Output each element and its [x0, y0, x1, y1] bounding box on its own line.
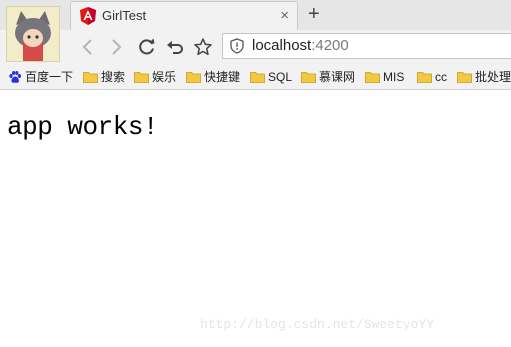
bookmark-label: 搜索 [101, 70, 126, 84]
new-tab-button[interactable]: + [308, 3, 320, 25]
watermark-text: http://blog.csdn.net/SweetyoYY [200, 317, 435, 332]
folder-icon [301, 71, 316, 83]
bookmark-folder-imooc[interactable]: 慕课网 [301, 68, 355, 85]
bookmark-label: 快捷键 [204, 70, 241, 84]
folder-icon [83, 71, 98, 83]
page-heading: app works! [7, 112, 159, 142]
baidu-paw-icon [9, 70, 21, 83]
bookmark-label: 批处理 [475, 70, 511, 84]
forward-arrow-icon[interactable] [106, 37, 126, 57]
bookmark-folder-shortcuts[interactable]: 快捷键 [186, 68, 240, 85]
address-bar[interactable]: localhost:4200 [222, 33, 511, 59]
bookmark-label: 娱乐 [152, 70, 177, 84]
bookmark-label: 百度一下 [25, 70, 74, 84]
shield-icon [230, 38, 244, 54]
tab-close-icon[interactable]: × [280, 7, 289, 24]
bookmark-folder-search[interactable]: 搜索 [83, 68, 125, 85]
folder-icon [417, 71, 432, 83]
bookmark-folder-sql[interactable]: SQL [250, 68, 292, 85]
bookmark-label: cc [435, 69, 447, 84]
url-host: localhost [252, 37, 312, 54]
browser-tab[interactable]: GirlTest × [70, 1, 298, 30]
bookmark-star-icon[interactable] [193, 37, 213, 57]
avatar-image [7, 7, 59, 61]
bookmark-label: MIS [383, 69, 405, 84]
tab-title: GirlTest [102, 8, 147, 23]
bookmark-label: 慕课网 [319, 70, 356, 84]
tab-strip: GirlTest × + [0, 0, 511, 30]
bookmark-baidu[interactable]: 百度一下 [8, 68, 73, 85]
reload-icon[interactable] [137, 37, 157, 57]
folder-icon [186, 71, 201, 83]
folder-icon [134, 71, 149, 83]
bookmark-folder-mis[interactable]: MIS [365, 68, 404, 85]
profile-avatar[interactable] [6, 6, 60, 62]
url-text: localhost:4200 [252, 37, 349, 54]
bookmarks-bar: 百度一下 搜索 娱乐 快捷键 SQL 慕课网 MIS cc 批处理 [0, 64, 511, 90]
bookmark-label: SQL [268, 69, 293, 84]
browser-toolbar: localhost:4200 [0, 30, 511, 64]
folder-icon [250, 71, 265, 83]
folder-icon [365, 71, 380, 83]
angular-favicon-icon [80, 7, 96, 25]
undo-close-tab-icon[interactable] [165, 37, 185, 57]
folder-icon [457, 71, 472, 83]
bookmark-folder-batch[interactable]: 批处理 [457, 68, 511, 85]
bookmark-folder-entertainment[interactable]: 娱乐 [134, 68, 176, 85]
back-arrow-icon[interactable] [78, 37, 98, 57]
url-port: :4200 [311, 37, 349, 54]
bookmark-folder-cc[interactable]: cc [417, 68, 447, 85]
